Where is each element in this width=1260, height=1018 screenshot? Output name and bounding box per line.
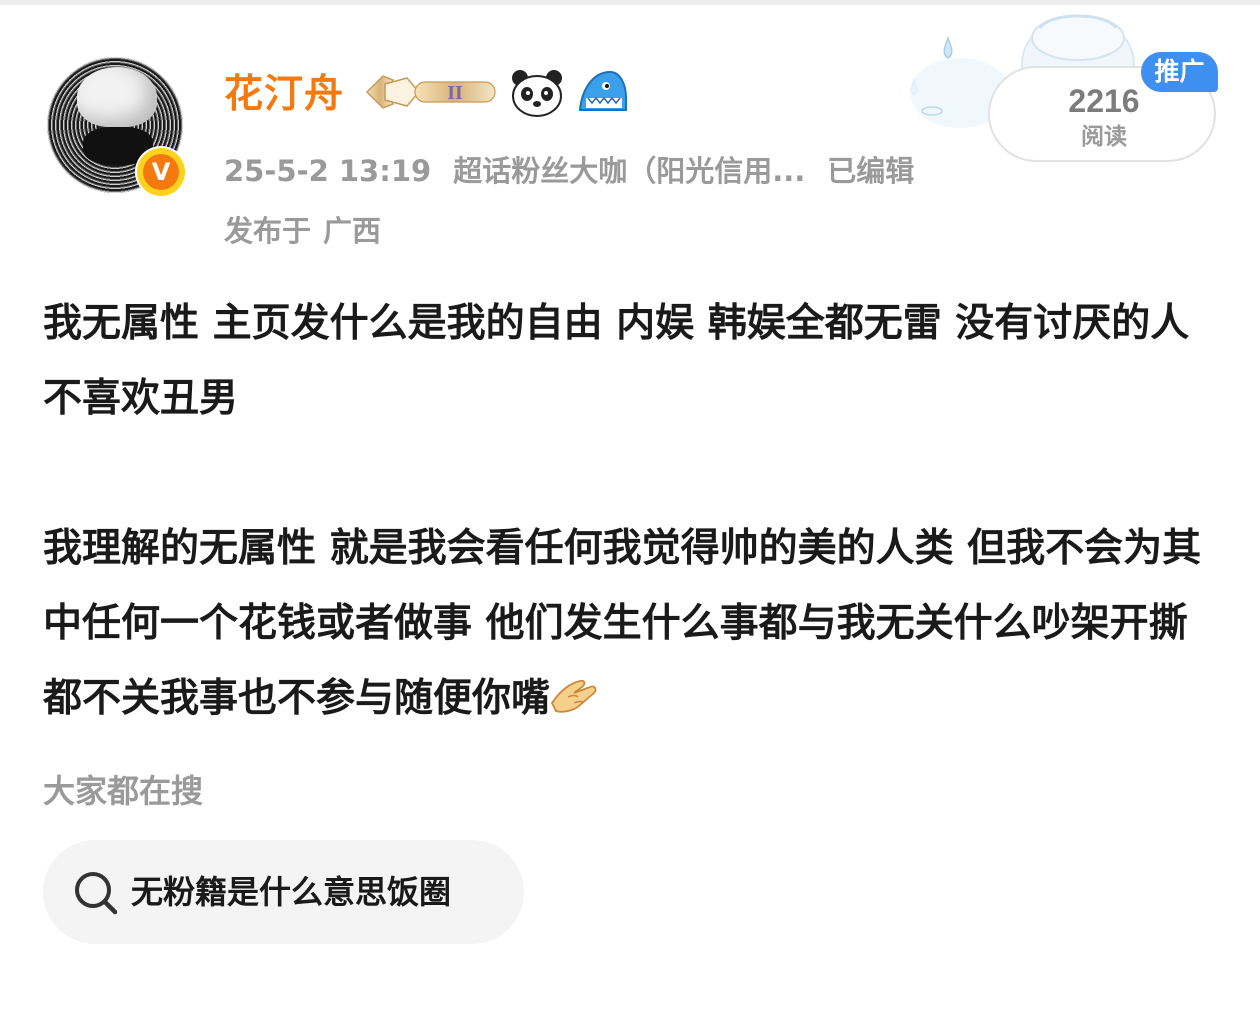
verified-badge-icon: V bbox=[137, 148, 185, 196]
shake-hands-emoji-icon bbox=[550, 679, 597, 713]
post-paragraph: 我无属性 主页发什么是我的自由 内娱 韩娱全都无雷 没有讨厌的人 不喜欢丑男 bbox=[43, 301, 1190, 421]
edited-label[interactable]: 已编辑 bbox=[827, 154, 914, 188]
fan-medal-icon[interactable]: II bbox=[363, 70, 501, 114]
post-paragraph: 我理解的无属性 就是我会看任何我觉得帅的美的人类 但我不会为其中任何一个花钱或者… bbox=[43, 511, 1223, 736]
location-place: 广西 bbox=[323, 214, 382, 248]
trending-search-chip[interactable]: 无粉籍是什么意思饭圈 bbox=[43, 840, 524, 944]
avatar-hair-shape bbox=[77, 67, 157, 127]
post-source[interactable]: 超话粉丝大咖（阳光信用... bbox=[453, 154, 805, 188]
search-icon bbox=[75, 872, 118, 915]
panda-icon[interactable] bbox=[510, 68, 564, 118]
post-paragraph-text: 我理解的无属性 就是我会看任何我觉得帅的美的人类 但我不会为其中任何一个花钱或者… bbox=[43, 526, 1202, 721]
author-name[interactable]: 花汀舟 bbox=[224, 70, 344, 120]
promote-button[interactable]: 推广 bbox=[1141, 52, 1218, 92]
read-label: 阅读 bbox=[1081, 124, 1127, 150]
top-divider bbox=[0, 0, 1260, 5]
post-location: 发布于 广西 bbox=[224, 212, 393, 250]
trending-query: 无粉籍是什么意思饭圈 bbox=[131, 873, 452, 911]
svg-text:II: II bbox=[447, 82, 463, 104]
post-meta: 25-5-2 13:19 超话粉丝大咖（阳光信用... 已编辑 bbox=[224, 152, 936, 190]
trending-heading: 大家都在搜 bbox=[43, 772, 204, 810]
post-timestamp: 25-5-2 13:19 bbox=[224, 154, 432, 188]
shark-icon[interactable] bbox=[576, 68, 630, 116]
location-prefix: 发布于 bbox=[224, 214, 312, 248]
post-content: 我无属性 主页发什么是我的自由 内娱 韩娱全都无雷 没有讨厌的人 不喜欢丑男 我… bbox=[43, 286, 1223, 736]
